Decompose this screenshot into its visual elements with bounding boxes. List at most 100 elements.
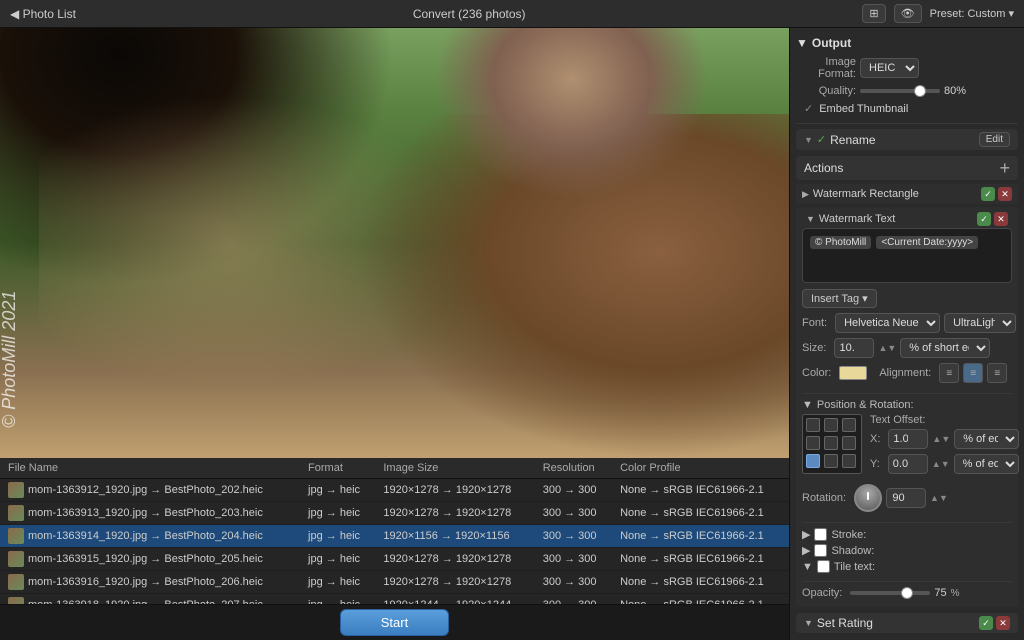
watermark-text-item: ▼ Watermark Text ✓ ✕ © PhotoMill <Curren… [796,207,1018,607]
rotation-dial[interactable] [854,484,882,512]
tile-text-row[interactable]: ▼ Tile text: [802,560,1012,573]
x-stepper: ▲▼ [932,434,950,444]
pos-tr[interactable] [842,418,856,432]
left-panel: © PhotoMill 2021 File Name Format Image … [0,28,790,640]
x-unit-select[interactable]: % of edge [954,429,1019,449]
set-rating-left: ▼ Set Rating [804,616,873,630]
photomill-tag: © PhotoMill [810,236,871,249]
font-select[interactable]: Helvetica Neue Arial [835,313,940,333]
stroke-checkbox[interactable] [814,528,827,541]
pos-bc[interactable] [824,454,838,468]
cell-2: 1920×1244 → 1920×1244 [375,594,534,605]
opacity-slider[interactable] [850,591,930,595]
grid-view-button[interactable]: ⊞ [862,4,885,23]
back-button[interactable]: ◀ Photo List [10,7,76,21]
main-layout: © PhotoMill 2021 File Name Format Image … [0,28,1024,640]
table-row[interactable]: mom-1363916_1920.jpg → BestPhoto_206.hei… [0,571,789,594]
pos-bl[interactable] [806,454,820,468]
rotation-input[interactable] [886,488,926,508]
table-row[interactable]: mom-1363914_1920.jpg → BestPhoto_204.hei… [0,525,789,548]
rename-edit-button[interactable]: Edit [979,132,1010,147]
watermark-rect-remove[interactable]: ✕ [998,187,1012,201]
photo-background: © PhotoMill 2021 [0,28,789,458]
pos-ml[interactable] [806,436,820,450]
insert-tag-arrow: ▾ [862,292,868,305]
stroke-triangle: ▶ [802,528,810,541]
output-triangle: ▼ [796,36,808,50]
table-row[interactable]: mom-1363918_1920.jpg → BestPhoto_207.hei… [0,594,789,605]
color-swatch[interactable] [839,366,867,380]
insert-tag-row: Insert Tag ▾ [802,289,1012,308]
size-input[interactable] [834,338,874,358]
tile-triangle: ▼ [802,561,813,573]
table-row[interactable]: mom-1363913_1920.jpg → BestPhoto_203.hei… [0,502,789,525]
text-offset-controls: Text Offset: X: ▲▼ % of edge Y: [870,414,1019,479]
cell-4: None → sRGB IEC61966-2.1 [612,594,789,605]
y-offset-input[interactable] [888,454,928,474]
quality-slider[interactable] [860,89,940,93]
align-right-button[interactable]: ≡ [987,363,1007,383]
row-thumb [8,505,24,521]
y-label: Y: [870,458,880,470]
topbar-left: ◀ Photo List [10,7,76,21]
format-select[interactable]: HEIC JPEG PNG TIFF [860,58,919,78]
right-panel[interactable]: ▼ Output Image Format: HEIC JPEG PNG TIF… [790,28,1024,640]
cell-3: 300 → 300 [535,502,612,525]
cell-1: jpg → heic [300,502,375,525]
output-section: ▼ Output Image Format: HEIC JPEG PNG TIF… [796,36,1018,115]
pos-mr[interactable] [842,436,856,450]
align-center-button[interactable]: ≡ [963,363,983,383]
y-offset-row: Y: ▲▼ % of edge [870,454,1019,474]
x-offset-row: X: ▲▼ % of edge [870,429,1019,449]
cell-1: jpg → heic [300,548,375,571]
watermark-text-content[interactable]: © PhotoMill <Current Date:yyyy> [802,228,1012,283]
rotation-stepper: ▲▼ [930,493,948,503]
cell-4: None → sRGB IEC61966-2.1 [612,525,789,548]
opacity-value: 75 [934,587,946,599]
start-button[interactable]: Start [340,609,449,636]
pos-br[interactable] [842,454,856,468]
watermark-text-enable[interactable]: ✓ [977,212,991,226]
embed-thumbnail-label: Embed Thumbnail [819,103,908,115]
format-label: Image Format: [796,56,856,80]
alignment-label: Alignment: [879,367,931,379]
opacity-label: Opacity: [802,587,842,599]
cell-0: mom-1363918_1920.jpg → BestPhoto_207.hei… [0,594,300,605]
preset-label[interactable]: Preset: Custom ▾ [930,7,1014,20]
watermark-rect-enable[interactable]: ✓ [981,187,995,201]
watermark-text-remove[interactable]: ✕ [994,212,1008,226]
tile-text-checkbox[interactable] [817,560,830,573]
size-row: Size: ▲▼ % of short edge % of long edge … [802,338,1012,358]
set-rating-enable[interactable]: ✓ [979,616,993,630]
set-rating-remove[interactable]: ✕ [996,616,1010,630]
quality-label: Quality: [796,85,856,97]
y-stepper: ▲▼ [932,459,950,469]
table-row[interactable]: mom-1363912_1920.jpg → BestPhoto_202.hei… [0,479,789,502]
cell-2: 1920×1278 → 1920×1278 [375,548,534,571]
shadow-triangle: ▶ [802,544,810,557]
table-row[interactable]: mom-1363915_1920.jpg → BestPhoto_205.hei… [0,548,789,571]
cell-1: jpg → heic [300,571,375,594]
stroke-row[interactable]: ▶ Stroke: [802,528,1012,541]
add-action-button[interactable]: + [999,159,1010,177]
shadow-checkbox[interactable] [814,544,827,557]
cell-4: None → sRGB IEC61966-2.1 [612,548,789,571]
watermark-rect-label: Watermark Rectangle [813,188,919,200]
pos-mc[interactable] [824,436,838,450]
cell-1: jpg → heic [300,479,375,502]
align-left-button[interactable]: ≡ [939,363,959,383]
font-row: Font: Helvetica Neue Arial UltraLight Li… [802,313,1012,333]
position-rotation-header[interactable]: ▼ Position & Rotation: [802,399,1012,411]
file-list[interactable]: File Name Format Image Size Resolution C… [0,458,789,604]
font-weight-select[interactable]: UltraLight Light Regular Bold [944,313,1016,333]
size-unit-select[interactable]: % of short edge % of long edge px [900,338,990,358]
shadow-row[interactable]: ▶ Shadow: [802,544,1012,557]
x-offset-input[interactable] [888,429,928,449]
size-stepper: ▲▼ [878,343,896,353]
cell-4: None → sRGB IEC61966-2.1 [612,479,789,502]
y-unit-select[interactable]: % of edge [954,454,1019,474]
pos-tl[interactable] [806,418,820,432]
eye-view-button[interactable]: 👁 [894,4,922,23]
insert-tag-button[interactable]: Insert Tag ▾ [802,289,877,308]
pos-tc[interactable] [824,418,838,432]
